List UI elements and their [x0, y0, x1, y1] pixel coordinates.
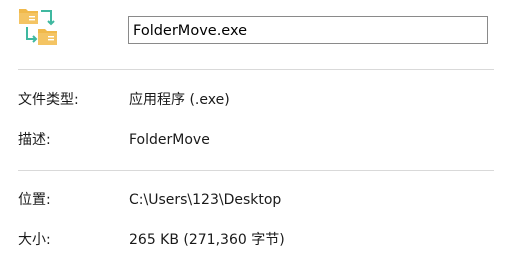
size-label: 大小:	[18, 232, 51, 248]
file-type-label: 文件类型:	[18, 92, 79, 108]
description-label: 描述:	[18, 132, 51, 148]
file-name-input[interactable]	[128, 16, 488, 44]
location-value: C:\Users\123\Desktop	[129, 192, 282, 208]
location-label: 位置:	[18, 192, 51, 208]
folder-move-icon	[19, 9, 57, 45]
size-value: 265 KB (271,360 字节)	[129, 232, 285, 248]
divider	[18, 69, 494, 70]
file-type-value: 应用程序 (.exe)	[129, 92, 230, 108]
divider	[18, 170, 494, 171]
description-value: FolderMove	[129, 132, 210, 148]
